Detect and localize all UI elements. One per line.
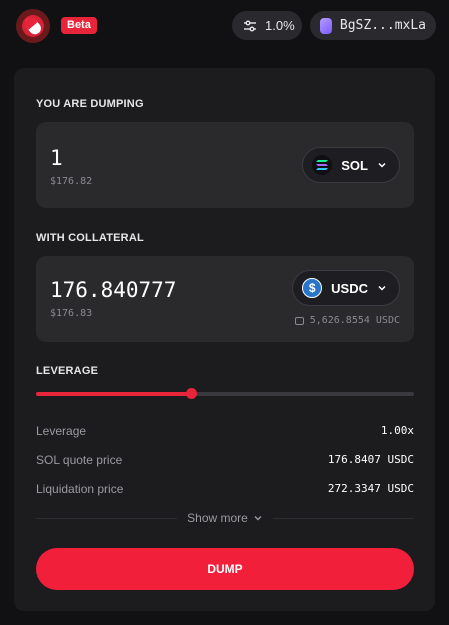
wallet-icon: [320, 17, 332, 34]
slider-thumb[interactable]: [186, 388, 197, 399]
collateral-label: WITH COLLATERAL: [36, 232, 144, 244]
show-more-label: Show more: [187, 511, 248, 525]
detail-value: 176.8407 USDC: [327, 453, 414, 466]
show-more-toggle[interactable]: Show more: [36, 510, 415, 526]
dump-token-selector[interactable]: SOL: [302, 147, 400, 183]
collateral-token-selector[interactable]: $ USDC: [292, 270, 400, 306]
slippage-button[interactable]: 1.0%: [232, 11, 302, 40]
wallet-button[interactable]: BgSZ...mxLa: [310, 11, 436, 40]
collateral-balance-value: 5,626.8554 USDC: [309, 315, 400, 326]
chevron-down-icon: [254, 516, 262, 521]
detail-label: Leverage: [36, 424, 87, 438]
dump-token-label: SOL: [341, 157, 368, 173]
collateral-usd-value: $176.83: [50, 308, 93, 319]
swap-card: YOU ARE DUMPING 1 $176.82 SOL WITH COLLA…: [14, 68, 435, 611]
dumping-label: YOU ARE DUMPING: [36, 98, 144, 110]
detail-value: 1.00x: [380, 424, 414, 437]
detail-value: 272.3347 USDC: [327, 482, 414, 495]
leverage-slider[interactable]: [36, 388, 414, 399]
wallet-address: BgSZ...mxLa: [339, 18, 426, 33]
dump-usd-value: $176.82: [50, 176, 93, 187]
collateral-amount-input[interactable]: 176.840777: [50, 278, 176, 302]
dump-amount-input[interactable]: 1: [50, 146, 63, 170]
detail-row-quote-price: SOL quote price 176.8407 USDC: [36, 453, 414, 469]
top-bar: Beta 1.0% BgSZ...mxLa: [0, 0, 449, 50]
detail-label: SOL quote price: [36, 453, 123, 467]
slippage-value: 1.0%: [265, 18, 295, 33]
collateral-input-box: 176.840777 $176.83 $ USDC 5,626.8554 USD…: [36, 256, 414, 342]
leverage-label: LEVERAGE: [36, 365, 99, 377]
detail-row-leverage: Leverage 1.00x: [36, 424, 414, 440]
detail-label: Liquidation price: [36, 482, 124, 496]
solana-icon: [312, 155, 333, 175]
chevron-down-icon: [378, 162, 386, 168]
detail-row-liquidation-price: Liquidation price 272.3347 USDC: [36, 482, 414, 498]
usdc-icon: $: [302, 278, 323, 298]
collateral-token-label: USDC: [331, 280, 368, 296]
sliders-icon: [242, 18, 258, 34]
pill-logo-icon[interactable]: [16, 9, 50, 43]
wallet-balance-icon: [294, 316, 304, 325]
chevron-down-icon: [378, 285, 386, 291]
collateral-balance[interactable]: 5,626.8554 USDC: [294, 315, 400, 326]
divider: [272, 517, 415, 519]
dump-button[interactable]: DUMP: [36, 548, 414, 590]
dump-input-box: 1 $176.82 SOL: [36, 122, 414, 208]
divider: [36, 517, 178, 519]
beta-badge: Beta: [61, 17, 97, 34]
slider-fill: [36, 392, 191, 396]
